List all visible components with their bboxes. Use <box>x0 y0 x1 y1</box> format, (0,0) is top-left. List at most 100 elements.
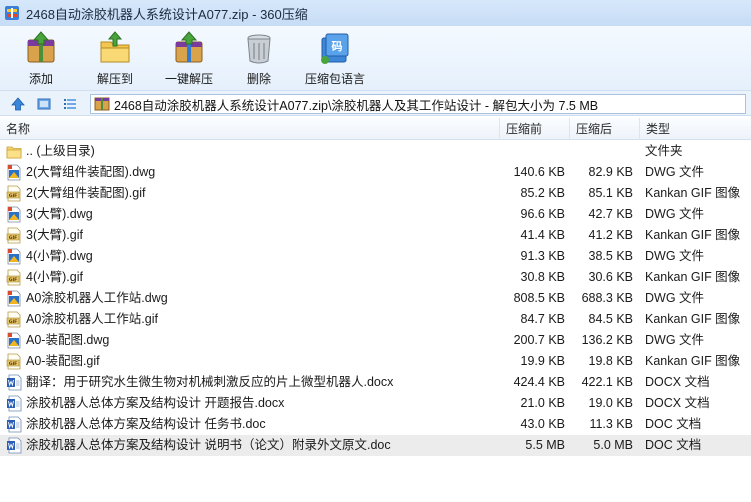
one-click-extract-button[interactable]: 一键解压 <box>163 26 215 90</box>
word-doc-icon <box>6 416 22 433</box>
file-name: 涂胶机器人总体方案及结构设计 任务书.doc <box>26 417 266 431</box>
gif-file-icon <box>6 227 22 244</box>
file-row[interactable]: 4(小臂).gif 30.8 KB 30.6 KB Kankan GIF 图像 <box>0 267 751 288</box>
arrow-up-icon <box>11 97 25 111</box>
word-doc-icon <box>6 395 22 412</box>
file-compressed-size: 136.2 KB <box>581 333 633 347</box>
file-original-size: 96.6 KB <box>520 207 565 221</box>
file-name: A0涂胶机器人工作站.dwg <box>26 291 168 305</box>
column-type[interactable]: 类型 <box>640 118 751 140</box>
add-archive-icon <box>27 31 55 63</box>
file-original-size: 21.0 KB <box>520 396 565 410</box>
svg-text:码: 码 <box>332 40 343 53</box>
path-text: 2468自动涂胶机器人系统设计A077.zip\涂胶机器人及其工作站设计 - 解… <box>114 98 599 113</box>
file-row[interactable]: .. (上级目录) 文件夹 <box>0 141 751 162</box>
dwg-file-icon <box>6 290 22 307</box>
file-type: DWG 文件 <box>645 333 705 347</box>
thumbnail-view-icon <box>37 98 51 110</box>
file-compressed-size: 422.1 KB <box>581 375 633 389</box>
window-title: 2468自动涂胶机器人系统设计A077.zip - 360压缩 <box>26 6 308 22</box>
file-row[interactable]: A0-装配图.dwg 200.7 KB 136.2 KB DWG 文件 <box>0 330 751 351</box>
file-original-size: 85.2 KB <box>520 186 565 200</box>
file-name: 涂胶机器人总体方案及结构设计 说明书（论文）附录外文原文.doc <box>26 438 391 452</box>
view-thumbnail-button[interactable] <box>34 94 54 114</box>
file-name: .. (上级目录) <box>26 144 95 158</box>
archive-language-icon: 码 <box>321 33 349 64</box>
add-button[interactable]: 添加 <box>20 26 62 90</box>
file-name: A0-装配图.dwg <box>26 333 110 347</box>
file-compressed-size: 42.7 KB <box>588 207 633 221</box>
column-name[interactable]: 名称 <box>0 118 500 140</box>
up-level-button[interactable] <box>8 94 28 114</box>
file-row[interactable]: 涂胶机器人总体方案及结构设计 说明书（论文）附录外文原文.doc 5.5 MB 5.… <box>0 435 751 456</box>
column-original-size[interactable]: 压缩前 <box>500 118 570 140</box>
file-original-size: 19.9 KB <box>520 354 565 368</box>
file-compressed-size: 85.1 KB <box>588 186 633 200</box>
file-type: DWG 文件 <box>645 207 705 221</box>
file-type: DWG 文件 <box>645 291 705 305</box>
app-logo-icon <box>5 6 19 20</box>
archive-language-button-label: 压缩包语言 <box>304 72 365 86</box>
word-doc-icon <box>6 374 22 391</box>
file-row[interactable]: 涂胶机器人总体方案及结构设计 开题报告.docx 21.0 KB 19.0 KB DO… <box>0 393 751 414</box>
file-row[interactable]: A0涂胶机器人工作站.dwg 808.5 KB 688.3 KB DWG 文件 <box>0 288 751 309</box>
file-name: 2(大臂组件装配图).dwg <box>26 165 156 179</box>
file-name: 3(大臂).gif <box>26 228 83 242</box>
file-original-size: 43.0 KB <box>520 417 565 431</box>
file-name: 涂胶机器人总体方案及结构设计 开题报告.docx <box>26 396 285 410</box>
delete-button[interactable]: 删除 <box>241 26 277 90</box>
one-click-extract-button-label: 一键解压 <box>164 72 213 86</box>
file-row[interactable]: 3(大臂).gif 41.4 KB 41.2 KB Kankan GIF 图像 <box>0 225 751 246</box>
dwg-file-icon <box>6 332 22 349</box>
main-toolbar: 添加 解压到 一键解压 删除 码 压缩包语言 <box>0 26 751 90</box>
file-name: A0涂胶机器人工作站.gif <box>26 312 158 326</box>
gif-file-icon <box>6 353 22 370</box>
dwg-file-icon <box>6 164 22 181</box>
file-name: 4(小臂).gif <box>26 270 83 284</box>
file-type: 文件夹 <box>645 144 683 158</box>
file-type: DOC 文档 <box>645 417 702 431</box>
dwg-file-icon <box>6 248 22 265</box>
archive-language-button[interactable]: 码 压缩包语言 <box>303 26 367 90</box>
file-compressed-size: 38.5 KB <box>588 249 633 263</box>
file-type: DOCX 文档 <box>645 375 710 389</box>
add-button-label: 添加 <box>28 72 53 86</box>
path-field[interactable]: 2468自动涂胶机器人系统设计A077.zip\涂胶机器人及其工作站设计 - 解… <box>90 94 746 114</box>
word-doc-icon <box>6 437 22 454</box>
gif-file-icon <box>6 185 22 202</box>
file-name: A0-装配图.gif <box>26 354 100 368</box>
file-compressed-size: 82.9 KB <box>588 165 633 179</box>
file-compressed-size: 84.5 KB <box>588 312 633 326</box>
file-row[interactable]: 3(大臂).dwg 96.6 KB 42.7 KB DWG 文件 <box>0 204 751 225</box>
file-row[interactable]: 2(大臂组件装配图).dwg 140.6 KB 82.9 KB DWG 文件 <box>0 162 751 183</box>
column-compressed-size[interactable]: 压缩后 <box>570 118 640 140</box>
file-compressed-size: 30.6 KB <box>588 270 633 284</box>
one-click-extract-icon <box>175 31 203 63</box>
file-name: 4(小臂).dwg <box>26 249 93 263</box>
file-original-size: 808.5 KB <box>513 291 565 305</box>
file-compressed-size <box>570 141 633 162</box>
column-header: 名称 压缩前 压缩后 类型 <box>0 118 751 140</box>
address-bar: 2468自动涂胶机器人系统设计A077.zip\涂胶机器人及其工作站设计 - 解… <box>0 90 751 116</box>
title-bar: 2468自动涂胶机器人系统设计A077.zip - 360压缩 <box>0 0 751 26</box>
file-name: 3(大臂).dwg <box>26 207 93 221</box>
view-list-button[interactable] <box>60 94 80 114</box>
file-type: DWG 文件 <box>645 249 705 263</box>
extract-to-button[interactable]: 解压到 <box>92 26 138 90</box>
file-row[interactable]: A0-装配图.gif 19.9 KB 19.8 KB Kankan GIF 图像 <box>0 351 751 372</box>
file-type: DOC 文档 <box>645 438 702 452</box>
file-compressed-size: 19.0 KB <box>588 396 633 410</box>
folder-icon <box>6 143 22 160</box>
trash-bin-icon <box>247 34 271 64</box>
file-row[interactable]: 翻译：用于研究水生微生物对机械刺激反应的片上微型机器人.docx 424.4 KB… <box>0 372 751 393</box>
file-original-size: 424.4 KB <box>513 375 565 389</box>
file-type: DWG 文件 <box>645 165 705 179</box>
extract-to-button-label: 解压到 <box>96 72 133 86</box>
file-row[interactable]: 2(大臂组件装配图).gif 85.2 KB 85.1 KB Kankan GIF 图… <box>0 183 751 204</box>
file-type: Kankan GIF 图像 <box>645 354 741 368</box>
file-row[interactable]: 涂胶机器人总体方案及结构设计 任务书.doc 43.0 KB 11.3 KB DOC … <box>0 414 751 435</box>
file-compressed-size: 5.0 MB <box>593 438 633 452</box>
file-row[interactable]: A0涂胶机器人工作站.gif 84.7 KB 84.5 KB Kankan GIF 图… <box>0 309 751 330</box>
file-compressed-size: 41.2 KB <box>588 228 633 242</box>
file-row[interactable]: 4(小臂).dwg 91.3 KB 38.5 KB DWG 文件 <box>0 246 751 267</box>
